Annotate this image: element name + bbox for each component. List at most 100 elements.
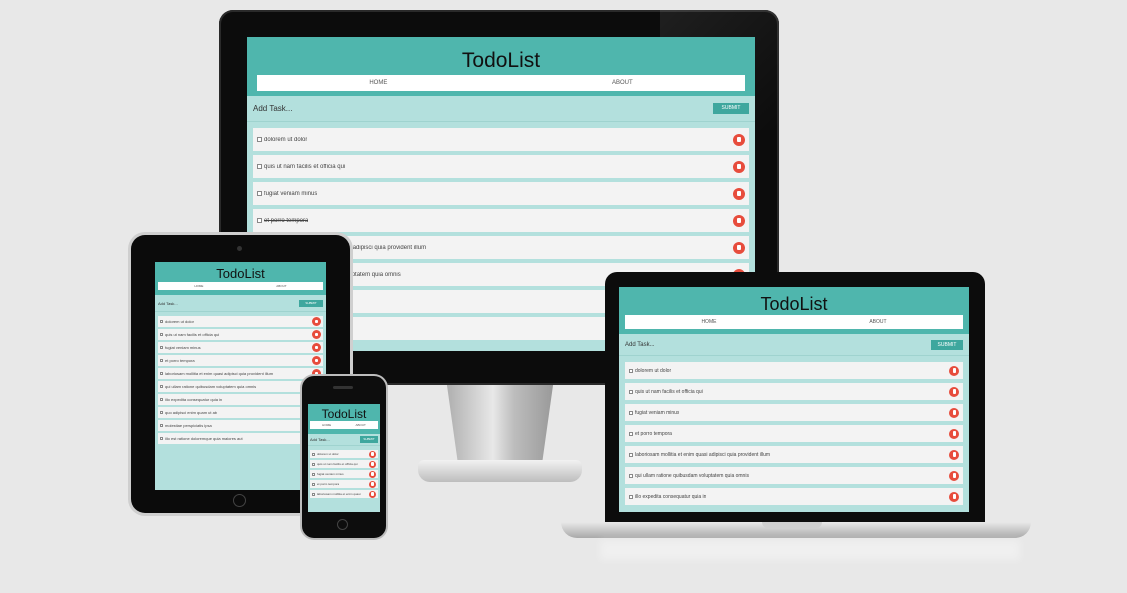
task-text: laboriosam mollitia et enim quasi adipis… <box>165 371 274 376</box>
task-checkbox[interactable] <box>160 385 163 388</box>
task-text: laboriosam mollitia et enim quasi adipis… <box>635 451 771 458</box>
task-checkbox[interactable] <box>312 492 315 496</box>
task-checkbox[interactable] <box>257 191 262 196</box>
nav-link-home[interactable]: Home <box>322 423 331 427</box>
task-checkbox[interactable] <box>160 398 163 401</box>
task-label: quis ut nam facilis et officia qui <box>629 389 703 395</box>
delete-task-icon[interactable] <box>312 356 321 365</box>
task-checkbox[interactable] <box>629 494 633 499</box>
task-checkbox[interactable] <box>629 389 633 394</box>
task-label: dolorem ut dolor <box>312 452 339 456</box>
task-checkbox[interactable] <box>312 452 315 456</box>
task-text: et porro tempora <box>264 217 309 224</box>
delete-task-icon[interactable] <box>369 460 376 468</box>
task-checkbox[interactable] <box>160 320 163 323</box>
task-checkbox[interactable] <box>160 437 163 440</box>
delete-task-icon[interactable] <box>369 450 376 458</box>
nav-link-about[interactable]: About <box>869 319 886 325</box>
delete-task-icon[interactable] <box>312 317 321 326</box>
task-item: laboriosam mollitia et enim quasi <box>310 490 378 498</box>
add-task-input[interactable]: Add Task... <box>625 342 655 348</box>
nav-link-home[interactable]: Home <box>701 319 716 325</box>
app-title: TodoList <box>321 406 367 421</box>
add-task-input[interactable]: Add Task... <box>310 437 330 442</box>
task-text: qui ullam ratione quibusdam voluptatem q… <box>165 384 257 389</box>
task-checkbox[interactable] <box>160 424 163 427</box>
task-item: illo expedita consequatur quia in <box>625 488 963 505</box>
submit-button[interactable]: Submit <box>713 103 749 114</box>
delete-task-icon[interactable] <box>733 160 745 173</box>
task-checkbox[interactable] <box>160 333 163 336</box>
delete-task-icon[interactable] <box>949 491 959 502</box>
task-text: quo adipisci enim quam ut ab <box>165 410 218 415</box>
delete-task-icon[interactable] <box>733 214 745 227</box>
floor-reflection <box>600 540 1020 560</box>
nav-link-about[interactable]: About <box>355 423 365 427</box>
delete-task-icon[interactable] <box>312 343 321 352</box>
task-label: laboriosam mollitia et enim quasi <box>312 492 361 496</box>
task-checkbox[interactable] <box>629 368 633 373</box>
task-item: qui ullam ratione quibusdam voluptatem q… <box>158 381 323 392</box>
nav-link-about[interactable]: About <box>276 284 286 288</box>
task-checkbox[interactable] <box>629 431 633 436</box>
nav-link-home[interactable]: Home <box>369 80 387 86</box>
task-checkbox[interactable] <box>257 218 262 223</box>
task-text: dolorem ut dolor <box>317 452 339 456</box>
delete-task-icon[interactable] <box>733 241 745 254</box>
delete-task-icon[interactable] <box>369 490 376 498</box>
task-text: fugiat veniam minus <box>317 472 344 476</box>
delete-task-icon[interactable] <box>949 428 959 439</box>
task-label: et porro tempora <box>629 431 672 437</box>
nav-link-home[interactable]: Home <box>194 284 203 288</box>
task-text: dolorem ut dolor <box>635 367 672 374</box>
task-checkbox[interactable] <box>312 482 315 486</box>
add-task-input[interactable]: Add Task... <box>158 301 178 306</box>
task-item: fugiat veniam minus <box>310 470 378 478</box>
delete-task-icon[interactable] <box>312 330 321 339</box>
delete-task-icon[interactable] <box>949 449 959 460</box>
task-item: laboriosam mollitia et enim quasi adipis… <box>158 368 323 379</box>
task-text: qui ullam ratione quibusdam voluptatem q… <box>635 472 749 479</box>
task-label: quo adipisci enim quam ut ab <box>160 410 217 415</box>
add-task-row: Add Task... Submit <box>619 334 969 356</box>
task-list: dolorem ut dolor quis ut nam facilis et o… <box>155 312 326 444</box>
delete-task-icon[interactable] <box>949 386 959 397</box>
task-item: dolorem ut dolor <box>253 128 749 151</box>
app-title: TodoList <box>760 293 828 314</box>
task-label: laboriosam mollitia et enim quasi adipis… <box>629 452 770 458</box>
delete-task-icon[interactable] <box>949 365 959 376</box>
task-text: fugiat veniam minus <box>635 409 680 416</box>
task-checkbox[interactable] <box>312 472 315 476</box>
task-text: quis ut nam facilis et officia qui <box>165 332 220 337</box>
add-task-input[interactable]: Add Task... <box>253 104 292 113</box>
task-label: qui ullam ratione quibusdam voluptatem q… <box>629 473 749 479</box>
task-checkbox[interactable] <box>257 164 262 169</box>
task-item: quo adipisci enim quam ut ab <box>158 407 323 418</box>
submit-button[interactable]: Submit <box>299 299 323 307</box>
task-checkbox[interactable] <box>629 473 633 478</box>
task-checkbox[interactable] <box>629 452 633 457</box>
nav-link-about[interactable]: About <box>612 80 633 86</box>
delete-task-icon[interactable] <box>949 470 959 481</box>
task-checkbox[interactable] <box>160 372 163 375</box>
delete-task-icon[interactable] <box>369 470 376 478</box>
submit-button[interactable]: Submit <box>931 339 963 350</box>
delete-task-icon[interactable] <box>369 480 376 488</box>
task-text: illo est ratione doloremque quia maiores… <box>165 436 243 441</box>
task-checkbox[interactable] <box>629 410 633 415</box>
submit-button[interactable]: Submit <box>360 436 378 443</box>
task-label: et porro tempora <box>160 358 195 363</box>
task-item: qui ullam ratione quibusdam voluptatem q… <box>625 467 963 484</box>
task-checkbox[interactable] <box>160 411 163 414</box>
task-item: fugiat veniam minus <box>625 404 963 421</box>
task-checkbox[interactable] <box>312 462 315 466</box>
task-label: quis ut nam facilis et officia qui <box>257 164 345 170</box>
delete-task-icon[interactable] <box>949 407 959 418</box>
task-checkbox[interactable] <box>257 137 262 142</box>
task-item: quis ut nam facilis et officia qui <box>310 460 378 468</box>
task-checkbox[interactable] <box>160 346 163 349</box>
task-item: illo est ratione doloremque quia maiores… <box>158 433 323 444</box>
delete-task-icon[interactable] <box>733 133 745 146</box>
delete-task-icon[interactable] <box>733 187 745 200</box>
task-checkbox[interactable] <box>160 359 163 362</box>
